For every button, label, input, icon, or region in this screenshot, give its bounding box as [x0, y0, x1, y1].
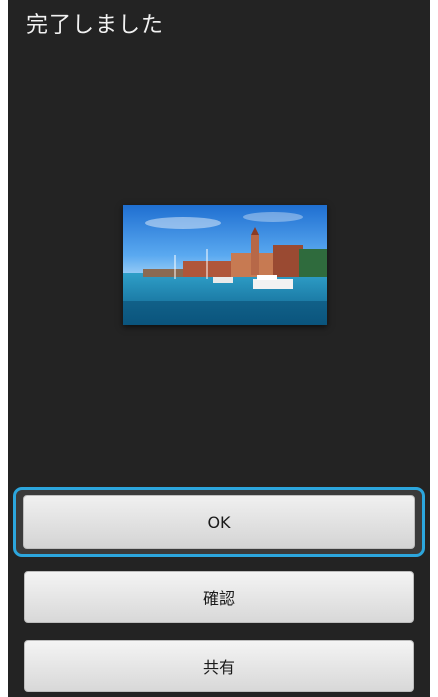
ok-button[interactable]: OK — [23, 495, 415, 549]
preview-image — [123, 205, 327, 325]
harbor-photo-icon — [123, 205, 327, 325]
page-title: 完了しました — [26, 13, 165, 38]
share-button[interactable]: 共有 — [24, 640, 414, 692]
completion-screen: 完了しました OK 確認 共有 — [0, 0, 438, 697]
confirm-button[interactable]: 確認 — [24, 571, 414, 623]
